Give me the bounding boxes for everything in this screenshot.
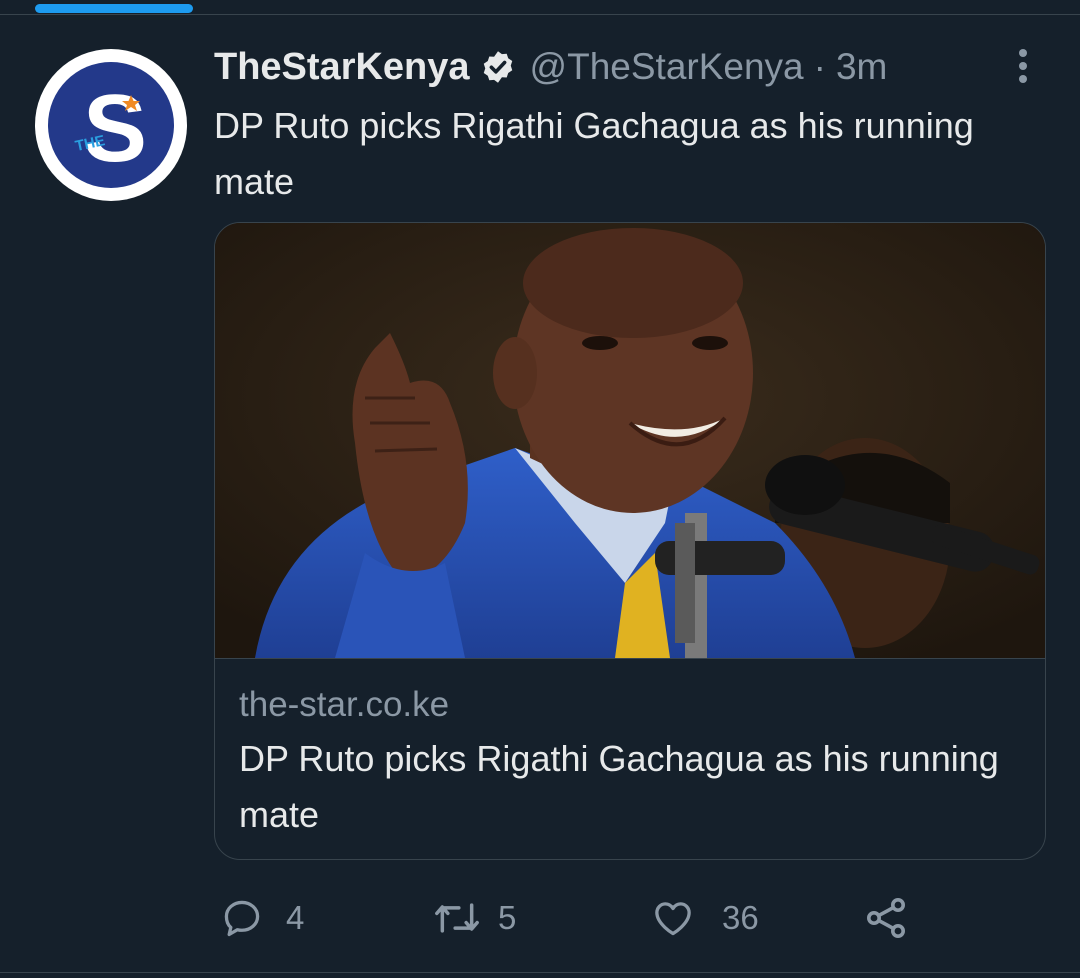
tweet-header: TheStarKenya @TheStarKenya · 3m — [214, 44, 887, 90]
bottom-divider — [0, 972, 1080, 973]
author-handle[interactable]: @TheStarKenya — [530, 46, 804, 88]
share-icon — [867, 898, 905, 938]
heart-icon — [655, 902, 691, 936]
share-button[interactable] — [862, 892, 910, 944]
tweet-timestamp[interactable]: 3m — [836, 46, 887, 88]
thestar-logo-icon: S THE — [48, 62, 174, 188]
top-divider — [0, 14, 1080, 15]
avatar[interactable]: S THE — [35, 49, 187, 201]
retweet-icon — [435, 903, 479, 933]
avatar-logo-letter: S — [83, 75, 147, 182]
reply-icon — [224, 900, 260, 937]
card-image — [215, 223, 1045, 658]
reply-count: 4 — [286, 899, 305, 936]
link-card[interactable]: the-star.co.ke DP Ruto picks Rigathi Gac… — [214, 222, 1046, 860]
more-options-icon[interactable] — [1006, 44, 1040, 88]
tab-indicator — [35, 4, 193, 13]
action-bar: 4 5 36 — [214, 892, 1046, 944]
author-display-name[interactable]: TheStarKenya — [214, 46, 470, 89]
separator-dot: · — [813, 46, 826, 87]
like-count: 36 — [722, 899, 759, 936]
tweet-view: S THE TheStarKenya @TheStarKenya · 3m DP… — [0, 0, 1080, 978]
tweet-text: DP Ruto picks Rigathi Gachagua as his ru… — [214, 105, 974, 202]
card-title: DP Ruto picks Rigathi Gachagua as his ru… — [239, 738, 999, 835]
card-divider — [215, 658, 1045, 659]
retweet-button[interactable]: 5 — [430, 892, 516, 944]
reply-button[interactable]: 4 — [220, 892, 304, 944]
card-domain: the-star.co.ke — [239, 685, 450, 724]
like-button[interactable]: 36 — [650, 892, 759, 944]
retweet-count: 5 — [498, 899, 517, 936]
verified-badge-icon — [480, 49, 516, 85]
